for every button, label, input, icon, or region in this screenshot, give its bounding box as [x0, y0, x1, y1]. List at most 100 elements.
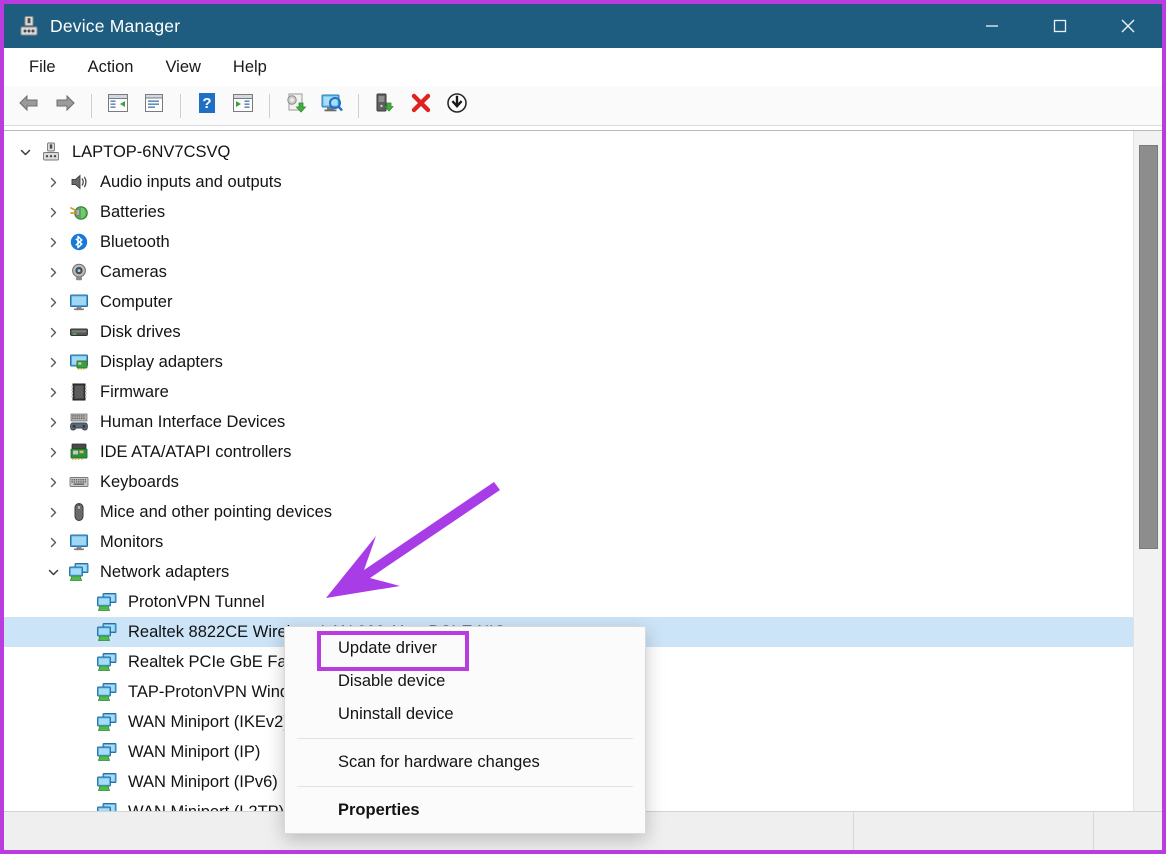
toolbar-scan-hardware[interactable] — [315, 90, 349, 122]
maximize-button[interactable] — [1026, 4, 1094, 48]
toolbar-console-tree[interactable] — [101, 90, 135, 122]
network-adapter-icon — [94, 741, 120, 763]
help-icon: ? — [197, 92, 217, 119]
menu-action[interactable]: Action — [75, 54, 147, 81]
speaker-icon — [66, 171, 92, 193]
tree-item-label: Batteries — [100, 202, 166, 221]
menu-help[interactable]: Help — [220, 54, 280, 81]
toolbar-separator — [91, 93, 92, 118]
tree-item-network-adapters[interactable]: Network adapters — [4, 557, 1133, 587]
chevron-right-icon[interactable] — [40, 317, 66, 347]
tree-item-hid[interactable]: Human Interface Devices — [4, 407, 1133, 437]
toolbar-properties[interactable] — [137, 90, 171, 122]
chevron-right-icon[interactable] — [40, 197, 66, 227]
ctx-scan-hardware-changes[interactable]: Scan for hardware changes — [285, 746, 645, 779]
show-hide-console-tree-icon — [107, 93, 129, 118]
toolbar-help[interactable]: ? — [190, 90, 224, 122]
tree-item-label: WAN Miniport (IP) — [128, 742, 261, 761]
uninstall-device-icon — [410, 92, 432, 119]
chevron-right-icon[interactable] — [40, 167, 66, 197]
tree-item-label: Mice and other pointing devices — [100, 502, 333, 521]
status-bar-segment-3 — [1094, 812, 1162, 850]
ctx-uninstall-device[interactable]: Uninstall device — [285, 698, 645, 731]
ctx-properties[interactable]: Properties — [285, 794, 645, 827]
tree-item-mice[interactable]: Mice and other pointing devices — [4, 497, 1133, 527]
add-legacy-hardware-icon — [373, 92, 397, 119]
tree-item-firmware[interactable]: Firmware — [4, 377, 1133, 407]
tree-item-label: Firmware — [100, 382, 169, 401]
tree-item-label: Audio inputs and outputs — [100, 172, 282, 191]
status-bar-segment-2 — [854, 812, 1094, 850]
chevron-right-icon[interactable] — [40, 407, 66, 437]
toolbar-uninstall[interactable] — [404, 90, 438, 122]
chevron-right-icon[interactable] — [40, 227, 66, 257]
tree-item-label: WAN Miniport (IPv6) — [128, 772, 278, 791]
network-adapter-icon — [94, 801, 120, 811]
keyboard-icon — [66, 471, 92, 493]
disable-device-icon — [446, 92, 468, 119]
minimize-button[interactable] — [958, 4, 1026, 48]
ctx-update-driver[interactable]: Update driver — [285, 632, 645, 665]
tree-item-label: Display adapters — [100, 352, 223, 371]
tree-item-keyboards[interactable]: Keyboards — [4, 467, 1133, 497]
toolbar-separator — [358, 93, 359, 118]
device-manager-window: Device Manager File Action View Help ? L… — [0, 0, 1166, 854]
chevron-right-icon[interactable] — [40, 377, 66, 407]
tree-item-disk-drives[interactable]: Disk drives — [4, 317, 1133, 347]
toolbar-disable[interactable] — [440, 90, 474, 122]
chevron-right-icon[interactable] — [40, 257, 66, 287]
close-button[interactable] — [1094, 4, 1162, 48]
ide-controller-icon — [66, 441, 92, 463]
show-hide-action-pane-icon — [232, 93, 254, 118]
vertical-scrollbar[interactable] — [1133, 131, 1162, 811]
tree-item-bluetooth[interactable]: Bluetooth — [4, 227, 1133, 257]
tree-item-root[interactable]: LAPTOP-6NV7CSVQ — [4, 137, 1133, 167]
tree-item-ide[interactable]: IDE ATA/ATAPI controllers — [4, 437, 1133, 467]
chevron-right-icon[interactable] — [40, 437, 66, 467]
mouse-icon — [66, 501, 92, 523]
tree-item-label: ProtonVPN Tunnel — [128, 592, 265, 611]
properties-icon — [143, 93, 165, 118]
tree-item-label: Cameras — [100, 262, 167, 281]
tree-item-computer[interactable]: Computer — [4, 287, 1133, 317]
tree-item-batteries[interactable]: Batteries — [4, 197, 1133, 227]
network-adapter-icon — [94, 711, 120, 733]
chevron-right-icon[interactable] — [40, 347, 66, 377]
network-adapter-icon — [66, 561, 92, 583]
chevron-right-icon[interactable] — [40, 467, 66, 497]
tree-item-label: Human Interface Devices — [100, 412, 286, 431]
chevron-down-icon[interactable] — [40, 557, 66, 587]
toolbar-add-legacy[interactable] — [368, 90, 402, 122]
battery-icon — [66, 201, 92, 223]
tree-item-label: Monitors — [100, 532, 164, 551]
tree-item-protonvpn-tunnel[interactable]: ProtonVPN Tunnel — [4, 587, 1133, 617]
display-adapter-icon — [66, 351, 92, 373]
back-arrow-icon — [17, 93, 41, 118]
tree-item-label: WAN Miniport (IKEv2) — [128, 712, 289, 731]
tree-item-audio[interactable]: Audio inputs and outputs — [4, 167, 1133, 197]
tree-item-label: Computer — [100, 292, 173, 311]
window-title: Device Manager — [50, 15, 181, 36]
chevron-right-icon[interactable] — [40, 527, 66, 557]
device-manager-icon — [18, 15, 40, 37]
ctx-disable-device[interactable]: Disable device — [285, 665, 645, 698]
monitor-icon — [66, 291, 92, 313]
tree-item-display-adapters[interactable]: Display adapters — [4, 347, 1133, 377]
menu-view[interactable]: View — [152, 54, 213, 81]
context-menu[interactable]: Update driver Disable device Uninstall d… — [284, 626, 646, 834]
toolbar-back[interactable] — [12, 90, 46, 122]
tree-item-cameras[interactable]: Cameras — [4, 257, 1133, 287]
chevron-right-icon[interactable] — [40, 497, 66, 527]
chevron-down-icon[interactable] — [12, 137, 38, 167]
tree-item-label: Network adapters — [100, 562, 230, 581]
toolbar-update-driver[interactable] — [279, 90, 313, 122]
scrollbar-thumb[interactable] — [1139, 145, 1158, 549]
toolbar-action-pane[interactable] — [226, 90, 260, 122]
toolbar-forward[interactable] — [48, 90, 82, 122]
menu-file[interactable]: File — [16, 54, 69, 81]
forward-arrow-icon — [53, 93, 77, 118]
menu-bar: File Action View Help — [4, 48, 1162, 86]
tree-item-monitors[interactable]: Monitors — [4, 527, 1133, 557]
chevron-right-icon[interactable] — [40, 287, 66, 317]
context-menu-separator — [297, 738, 633, 739]
